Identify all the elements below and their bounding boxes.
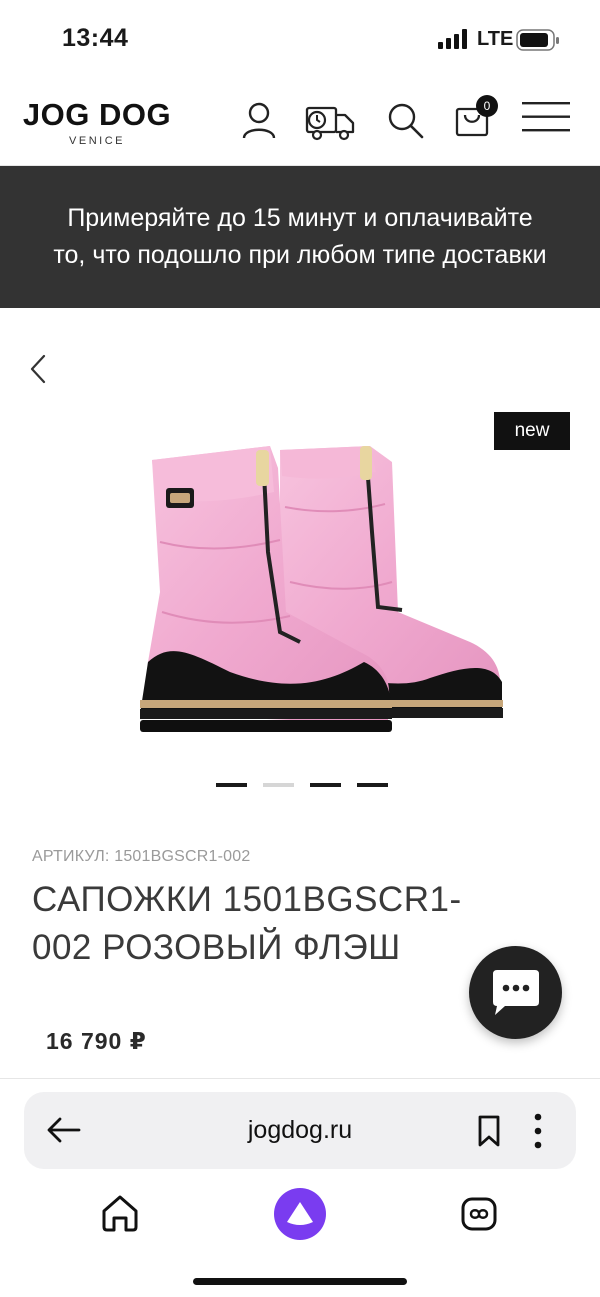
new-badge: new xyxy=(494,412,570,450)
gallery-dot[interactable] xyxy=(263,783,294,787)
gallery-dot[interactable] xyxy=(357,783,388,787)
back-arrow-icon[interactable] xyxy=(26,352,50,386)
promo-banner: Примеряйте до 15 минут и оплачивайте то,… xyxy=(0,166,600,308)
signal-icon xyxy=(438,29,467,49)
search-icon[interactable] xyxy=(386,101,426,141)
logo-sub: VENICE xyxy=(69,135,125,147)
gallery-dot[interactable] xyxy=(310,783,341,787)
alice-assistant-icon[interactable] xyxy=(272,1186,328,1242)
gallery-pagination xyxy=(216,783,388,787)
more-options-icon[interactable] xyxy=(532,1112,544,1150)
user-icon[interactable] xyxy=(240,100,278,140)
product-sku: АРТИКУЛ: 1501BGSCR1-002 xyxy=(32,848,251,865)
gallery-dot[interactable] xyxy=(216,783,247,787)
cart-count-badge: 0 xyxy=(476,95,498,117)
back-arrow-icon[interactable] xyxy=(46,1116,82,1144)
tabs-icon[interactable] xyxy=(460,1196,498,1232)
site-header: JOG DOG VENICE xyxy=(0,80,600,166)
home-indicator xyxy=(193,1278,407,1285)
logo-main: JOG DOG xyxy=(22,97,172,132)
product-price: 16 790 ₽ xyxy=(46,1028,147,1054)
product-image[interactable] xyxy=(130,432,520,752)
network-type: LTE xyxy=(477,28,514,50)
menu-icon[interactable] xyxy=(522,102,570,132)
delivery-truck-icon[interactable] xyxy=(304,102,356,142)
status-time: 13:44 xyxy=(62,24,129,52)
logo[interactable]: JOG DOG VENICE xyxy=(14,97,180,148)
status-bar: 13:44 LTE xyxy=(0,0,600,80)
home-icon[interactable] xyxy=(100,1193,140,1233)
product-title: САПОЖКИ 1501BGSCR1-002 РОЗОВЫЙ ФЛЭШ xyxy=(32,880,462,967)
bookmark-icon[interactable] xyxy=(476,1114,502,1148)
battery-icon xyxy=(516,29,559,51)
promo-text: Примеряйте до 15 минут и оплачивайте то,… xyxy=(53,204,547,269)
chat-bubble-icon xyxy=(493,970,539,1015)
chat-button[interactable] xyxy=(469,946,562,1039)
divider xyxy=(0,1078,600,1079)
